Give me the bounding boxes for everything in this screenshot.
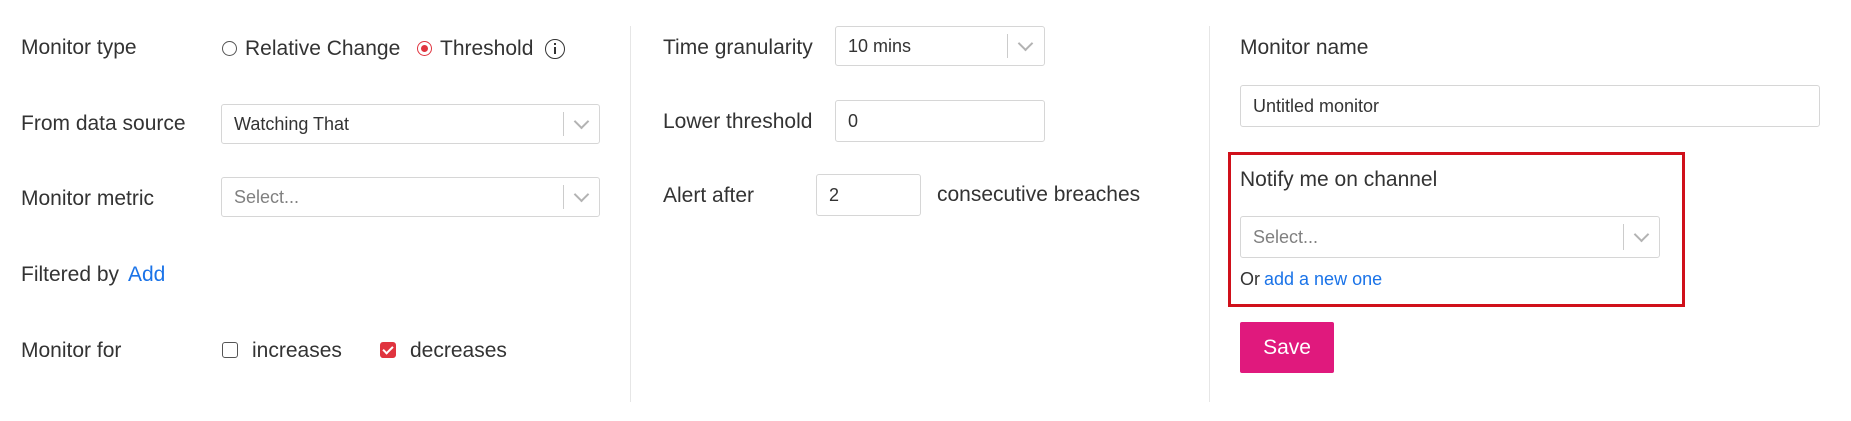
monitor-for-label: Monitor for [21, 339, 122, 362]
column-divider-2 [1209, 26, 1210, 402]
lower-threshold-input[interactable]: 0 [835, 100, 1045, 142]
or-text: Or [1240, 269, 1260, 289]
notify-channel-select[interactable]: Select... [1240, 216, 1660, 258]
monitor-form: Monitor type Relative Change Threshold F… [0, 0, 1851, 421]
time-granularity-label: Time granularity [663, 36, 813, 59]
select-separator [563, 112, 564, 136]
increases-checkbox[interactable] [222, 342, 238, 358]
notify-channel-placeholder: Select... [1253, 226, 1319, 247]
select-separator [1623, 224, 1624, 250]
monitor-metric-select[interactable]: Select... [221, 177, 600, 217]
filtered-by-label: Filtered by [21, 263, 120, 286]
chevron-down-icon [1017, 35, 1034, 52]
data-source-select[interactable]: Watching That [221, 104, 600, 144]
alert-after-input[interactable]: 2 [816, 174, 921, 216]
add-new-channel-link[interactable]: add a new one [1264, 267, 1382, 291]
threshold-radio[interactable] [417, 41, 432, 56]
consecutive-breaches-label: consecutive breaches [937, 183, 1141, 206]
column-divider-1 [630, 26, 631, 402]
relative-change-label[interactable]: Relative Change [245, 36, 400, 62]
monitor-name-label: Monitor name [1240, 36, 1369, 59]
alert-after-label: Alert after [663, 184, 755, 207]
data-source-value: Watching That [234, 113, 350, 134]
time-granularity-value: 10 mins [848, 35, 912, 56]
chevron-down-icon [573, 186, 590, 203]
monitor-metric-label: Monitor metric [21, 187, 155, 210]
chevron-down-icon [1633, 226, 1650, 243]
monitor-type-label: Monitor type [21, 36, 137, 59]
decreases-label[interactable]: decreases [410, 338, 507, 364]
select-separator [1007, 34, 1008, 58]
relative-change-radio[interactable] [222, 41, 237, 56]
monitor-name-input[interactable]: Untitled monitor [1240, 85, 1820, 127]
data-source-label: From data source [21, 112, 186, 135]
chevron-down-icon [573, 113, 590, 130]
save-button[interactable]: Save [1240, 322, 1334, 373]
decreases-checkbox[interactable] [380, 342, 396, 358]
lower-threshold-label: Lower threshold [663, 110, 813, 133]
add-filter-link[interactable]: Add [128, 262, 165, 288]
time-granularity-select[interactable]: 10 mins [835, 26, 1045, 66]
notify-channel-label: Notify me on channel [1240, 168, 1438, 191]
increases-label[interactable]: increases [252, 338, 342, 364]
monitor-metric-placeholder: Select... [234, 186, 300, 207]
select-separator [563, 185, 564, 209]
info-icon[interactable] [545, 39, 565, 59]
threshold-label[interactable]: Threshold [440, 36, 533, 62]
